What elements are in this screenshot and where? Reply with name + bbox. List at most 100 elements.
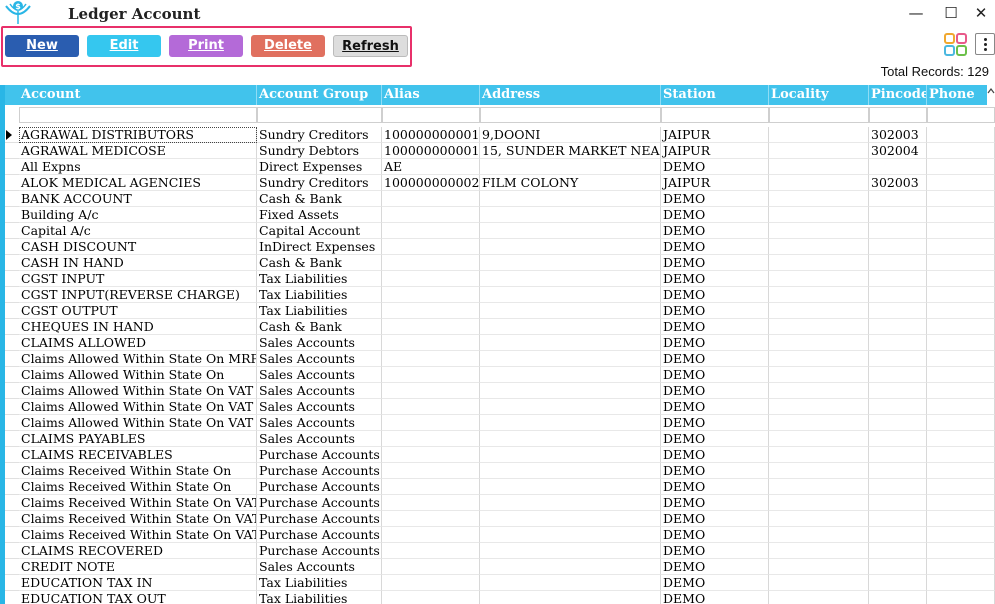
table-cell[interactable]: DEMO	[661, 239, 769, 255]
table-cell[interactable]	[769, 415, 869, 431]
table-cell[interactable]	[382, 383, 480, 399]
table-cell[interactable]	[927, 367, 995, 383]
table-cell[interactable]: EDUCATION TAX OUT	[19, 591, 257, 604]
column-header[interactable]: Address	[480, 85, 661, 105]
table-cell[interactable]	[927, 415, 995, 431]
table-cell[interactable]	[927, 191, 995, 207]
table-cell[interactable]	[382, 543, 480, 559]
table-cell[interactable]	[382, 559, 480, 575]
table-cell[interactable]: 302003	[869, 175, 927, 191]
table-row[interactable]: CASH IN HAND Cash & Bank DEMO	[5, 255, 995, 271]
more-options-icon[interactable]	[975, 33, 995, 55]
table-cell[interactable]	[480, 463, 661, 479]
table-cell[interactable]	[869, 367, 927, 383]
table-cell[interactable]	[769, 175, 869, 191]
table-cell[interactable]: Purchase Accounts	[257, 495, 382, 511]
table-cell[interactable]	[927, 255, 995, 271]
row-selector[interactable]	[5, 511, 19, 527]
delete-button[interactable]: Delete	[251, 35, 325, 57]
row-selector[interactable]	[5, 351, 19, 367]
table-cell[interactable]: Sales Accounts	[257, 383, 382, 399]
table-cell[interactable]	[382, 431, 480, 447]
table-cell[interactable]: Sales Accounts	[257, 399, 382, 415]
table-cell[interactable]: Claims Allowed Within State On VAT	[19, 383, 257, 399]
row-selector[interactable]	[5, 383, 19, 399]
table-cell[interactable]	[869, 431, 927, 447]
table-cell[interactable]	[769, 591, 869, 604]
table-cell[interactable]	[869, 191, 927, 207]
row-selector[interactable]	[5, 175, 19, 191]
row-selector[interactable]	[5, 495, 19, 511]
table-cell[interactable]	[869, 543, 927, 559]
table-cell[interactable]	[480, 303, 661, 319]
table-row[interactable]: CLAIMS ALLOWED Sales Accounts DEMO	[5, 335, 995, 351]
table-cell[interactable]: DEMO	[661, 495, 769, 511]
table-cell[interactable]	[927, 559, 995, 575]
row-selector[interactable]	[5, 543, 19, 559]
table-cell[interactable]	[480, 543, 661, 559]
table-cell[interactable]	[927, 495, 995, 511]
table-cell[interactable]: InDirect Expenses	[257, 239, 382, 255]
table-cell[interactable]: Tax Liabilities	[257, 591, 382, 604]
table-cell[interactable]	[480, 511, 661, 527]
table-cell[interactable]: CREDIT NOTE	[19, 559, 257, 575]
table-cell[interactable]: CLAIMS RECOVERED	[19, 543, 257, 559]
table-cell[interactable]	[769, 303, 869, 319]
row-selector[interactable]	[5, 207, 19, 223]
new-button[interactable]: New	[5, 35, 79, 57]
table-cell[interactable]	[869, 303, 927, 319]
table-row[interactable]: CLAIMS RECEIVABLES Purchase Accounts DEMO	[5, 447, 995, 463]
table-cell[interactable]	[769, 495, 869, 511]
table-cell[interactable]	[869, 287, 927, 303]
column-header[interactable]: Alias	[382, 85, 480, 105]
table-cell[interactable]: DEMO	[661, 223, 769, 239]
table-cell[interactable]	[769, 143, 869, 159]
table-cell[interactable]	[382, 575, 480, 591]
table-cell[interactable]: DEMO	[661, 367, 769, 383]
table-cell[interactable]: Sundry Creditors	[257, 127, 382, 143]
table-cell[interactable]	[769, 431, 869, 447]
table-cell[interactable]: Tax Liabilities	[257, 303, 382, 319]
table-cell[interactable]: Purchase Accounts	[257, 543, 382, 559]
table-cell[interactable]: JAIPUR	[661, 127, 769, 143]
column-header[interactable]: Phone	[927, 85, 995, 105]
table-row[interactable]: CGST INPUT Tax Liabilities DEMO	[5, 271, 995, 287]
row-selector[interactable]	[5, 239, 19, 255]
table-cell[interactable]: DEMO	[661, 207, 769, 223]
table-cell[interactable]	[382, 207, 480, 223]
row-selector[interactable]	[5, 399, 19, 415]
table-cell[interactable]	[769, 527, 869, 543]
table-row[interactable]: Claims Received Within State On Purchase …	[5, 479, 995, 495]
table-cell[interactable]	[769, 207, 869, 223]
table-cell[interactable]	[769, 287, 869, 303]
scroll-up-icon[interactable]	[987, 85, 995, 105]
table-cell[interactable]: CGST INPUT	[19, 271, 257, 287]
table-row[interactable]: CHEQUES IN HAND Cash & Bank DEMO	[5, 319, 995, 335]
table-cell[interactable]: DEMO	[661, 447, 769, 463]
close-button[interactable]: ✕	[967, 3, 995, 23]
table-cell[interactable]	[480, 335, 661, 351]
table-row[interactable]: AGRAWAL MEDICOSE Sundry Debtors 1000000000…	[5, 143, 995, 159]
table-cell[interactable]: Claims Allowed Within State On VAT	[19, 415, 257, 431]
table-cell[interactable]	[480, 495, 661, 511]
table-cell[interactable]: AGRAWAL DISTRIBUTORS	[19, 127, 257, 143]
table-cell[interactable]	[382, 191, 480, 207]
table-row[interactable]: Capital A/c Capital Account DEMO	[5, 223, 995, 239]
table-cell[interactable]	[769, 239, 869, 255]
row-selector[interactable]	[5, 271, 19, 287]
table-row[interactable]: CREDIT NOTE Sales Accounts DEMO	[5, 559, 995, 575]
table-cell[interactable]: DEMO	[661, 575, 769, 591]
table-cell[interactable]	[480, 367, 661, 383]
table-row[interactable]: Claims Received Within State On VAT Purch…	[5, 527, 995, 543]
table-cell[interactable]: Claims Received Within State On VAT	[19, 495, 257, 511]
table-cell[interactable]	[769, 191, 869, 207]
table-cell[interactable]: DEMO	[661, 271, 769, 287]
table-cell[interactable]: AE	[382, 159, 480, 175]
table-cell[interactable]: Fixed Assets	[257, 207, 382, 223]
table-cell[interactable]	[480, 527, 661, 543]
row-selector[interactable]	[5, 127, 19, 143]
table-cell[interactable]: Claims Received Within State On VAT	[19, 527, 257, 543]
column-header[interactable]: Station	[661, 85, 769, 105]
table-cell[interactable]: Claims Received Within State On	[19, 463, 257, 479]
table-cell[interactable]	[480, 479, 661, 495]
